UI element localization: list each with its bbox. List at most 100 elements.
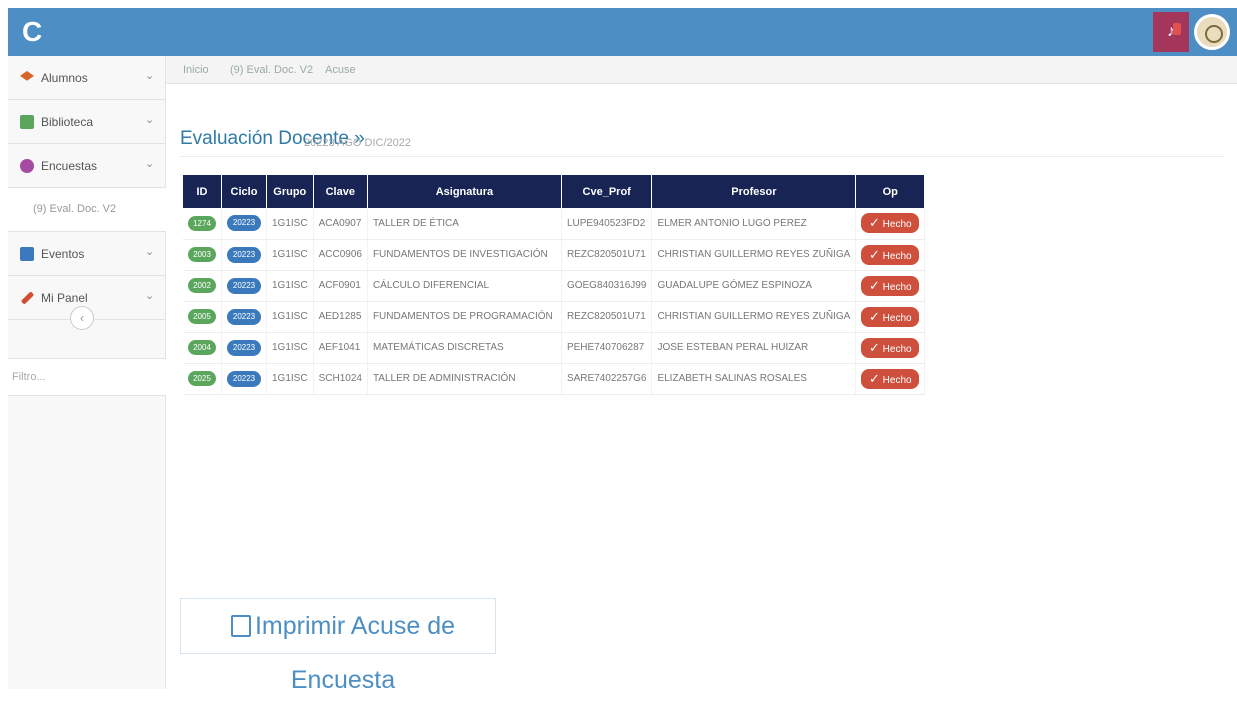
operation-cell: ✓ Hecho [855, 301, 926, 333]
subject-cell: FUNDAMENTOS DE PROGRAMACIÓN [367, 301, 562, 333]
chevron-down-icon: ⌄ [145, 158, 155, 170]
id-badge: 2025 [188, 371, 216, 386]
done-button[interactable]: ✓ Hecho [861, 275, 920, 296]
id-cell: 2003 [183, 239, 222, 271]
done-label: Hecho [882, 374, 912, 386]
code-cell: AED1285 [313, 301, 368, 333]
cycle-cell: 20223 [221, 332, 267, 364]
id-cell: 2002 [183, 270, 222, 302]
code-cell: ACC0906 [313, 239, 368, 271]
done-label: Hecho [882, 250, 912, 262]
breadcrumb: Inicio (9) Eval. Doc. V2 Acuse [166, 56, 1237, 84]
professor-code-cell: SARE7402257G6 [561, 363, 653, 395]
sidebar-item-label: Encuestas [41, 159, 98, 173]
subject-cell: MATEMÁTICAS DISCRETAS [367, 332, 562, 364]
done-button[interactable]: ✓ Hecho [861, 244, 920, 265]
notification-bell-button[interactable]: ♪ [1153, 12, 1189, 52]
sidebar-collapse-button[interactable]: ‹ [70, 306, 94, 330]
id-badge: 2005 [188, 309, 216, 324]
table-row: 2002 20223 1G1ISC ACF0901 CÁLCULO DIFERE… [183, 270, 926, 302]
column-header-cycle: Ciclo [221, 175, 267, 208]
cycle-badge: 20223 [227, 215, 261, 232]
cycle-badge: 20223 [227, 246, 261, 263]
chevron-down-icon: ⌄ [145, 114, 155, 126]
done-button[interactable]: ✓ Hecho [861, 337, 920, 358]
column-header-professor-code: Cve_Prof [561, 175, 653, 208]
breadcrumb-home-link[interactable]: Inicio [183, 64, 209, 76]
title-divider [180, 156, 1225, 157]
professor-code-cell: REZC820501U71 [561, 239, 653, 271]
group-cell: 1G1ISC [266, 301, 314, 333]
professor-code-cell: LUPE940523FD2 [561, 208, 653, 240]
chevron-left-icon: ‹ [80, 311, 84, 325]
graduation-icon [20, 71, 34, 81]
app-logo[interactable]: C [22, 17, 52, 47]
book-icon [20, 115, 34, 129]
professor-cell: CHRISTIAN GUILLERMO REYES ZUÑIGA [651, 239, 857, 271]
print-button-label: Imprimir Acuse de Encuesta [254, 612, 456, 694]
code-cell: ACA0907 [313, 208, 368, 240]
column-header-group: Grupo [266, 175, 314, 208]
sidebar-item-encuestas[interactable]: Encuestas ⌄ [8, 144, 166, 188]
cycle-cell: 20223 [221, 301, 267, 333]
group-cell: 1G1ISC [266, 363, 314, 395]
sidebar-item-label: Eventos [41, 247, 85, 261]
subject-cell: CÁLCULO DIFERENCIAL [367, 270, 562, 302]
code-cell: AEF1041 [313, 332, 368, 364]
professor-cell: ELIZABETH SALINAS ROSALES [651, 363, 857, 395]
group-cell: 1G1ISC [266, 270, 314, 302]
print-receipt-button[interactable]: Imprimir Acuse de Encuesta [180, 598, 496, 694]
done-button[interactable]: ✓ Hecho [861, 368, 920, 389]
cycle-cell: 20223 [221, 208, 267, 240]
application-window: C ♪ Alumnos ⌄ Biblioteca ⌄ Encuestas ⌄ (… [8, 8, 1237, 694]
sidebar-item-eventos[interactable]: Eventos ⌄ [8, 232, 166, 276]
top-navigation-bar: C ♪ [8, 8, 1237, 56]
done-button[interactable]: ✓ Hecho [861, 306, 920, 327]
done-label: Hecho [882, 343, 912, 355]
check-icon: ✓ [868, 370, 880, 386]
table-row: 2004 20223 1G1ISC AEF1041 MATEMÁTICAS DI… [183, 332, 926, 364]
page-subtitle: 20223 AGO DIC/2022 [304, 137, 412, 149]
subject-cell: TALLER DE ÉTICA [367, 208, 562, 240]
operation-cell: ✓ Hecho [855, 332, 926, 364]
save-icon [230, 615, 251, 637]
chevron-down-icon: ⌄ [145, 246, 155, 258]
chevron-down-icon: ⌄ [145, 70, 155, 82]
cycle-cell: 20223 [221, 239, 267, 271]
profile-avatar-icon[interactable] [1194, 14, 1230, 50]
breadcrumb-current-link[interactable]: (9) Eval. Doc. V2 [230, 64, 313, 76]
operation-cell: ✓ Hecho [855, 239, 926, 271]
operation-cell: ✓ Hecho [855, 208, 926, 240]
operation-cell: ✓ Hecho [855, 363, 926, 395]
table-row: 2003 20223 1G1ISC ACC0906 FUNDAMENTOS DE… [183, 239, 926, 271]
id-badge: 2002 [188, 278, 216, 293]
column-header-op: Op [855, 175, 926, 208]
professor-cell: ELMER ANTONIO LUGO PEREZ [651, 208, 857, 240]
sidebar-item-alumnos[interactable]: Alumnos ⌄ [8, 56, 166, 100]
subject-cell: FUNDAMENTOS DE INVESTIGACIÓN [367, 239, 562, 271]
table-row: 1274 20223 1G1ISC ACA0907 TALLER DE ÉTIC… [183, 208, 926, 240]
sidebar-subitem-evaluation[interactable]: (9) Eval. Doc. V2 [8, 188, 166, 232]
chat-icon [20, 159, 34, 173]
code-cell: SCH1024 [313, 363, 368, 395]
cycle-cell: 20223 [221, 270, 267, 302]
sidebar: Alumnos ⌄ Biblioteca ⌄ Encuestas ⌄ (9) E… [8, 56, 166, 689]
id-cell: 1274 [183, 208, 222, 240]
cycle-badge: 20223 [227, 308, 261, 325]
done-label: Hecho [882, 312, 912, 324]
subject-cell: TALLER DE ADMINISTRACIÓN [367, 363, 562, 395]
calendar-icon [20, 247, 34, 261]
group-cell: 1G1ISC [266, 208, 314, 240]
done-button[interactable]: ✓ Hecho [861, 213, 920, 234]
breadcrumb-extra-link[interactable]: Acuse [325, 64, 356, 76]
check-icon: ✓ [868, 246, 880, 262]
check-icon: ✓ [868, 215, 880, 231]
professor-code-cell: REZC820501U71 [561, 301, 653, 333]
sidebar-item-biblioteca[interactable]: Biblioteca ⌄ [8, 100, 166, 144]
table-header-row: ID Ciclo Grupo Clave Asignatura Cve_Prof… [183, 175, 926, 208]
sidebar-filter-input[interactable]: Filtro... [8, 358, 166, 396]
sidebar-item-label: Biblioteca [41, 115, 94, 129]
sidebar-item-label: Mi Panel [41, 291, 88, 305]
id-cell: 2005 [183, 301, 222, 333]
column-header-subject: Asignatura [367, 175, 562, 208]
